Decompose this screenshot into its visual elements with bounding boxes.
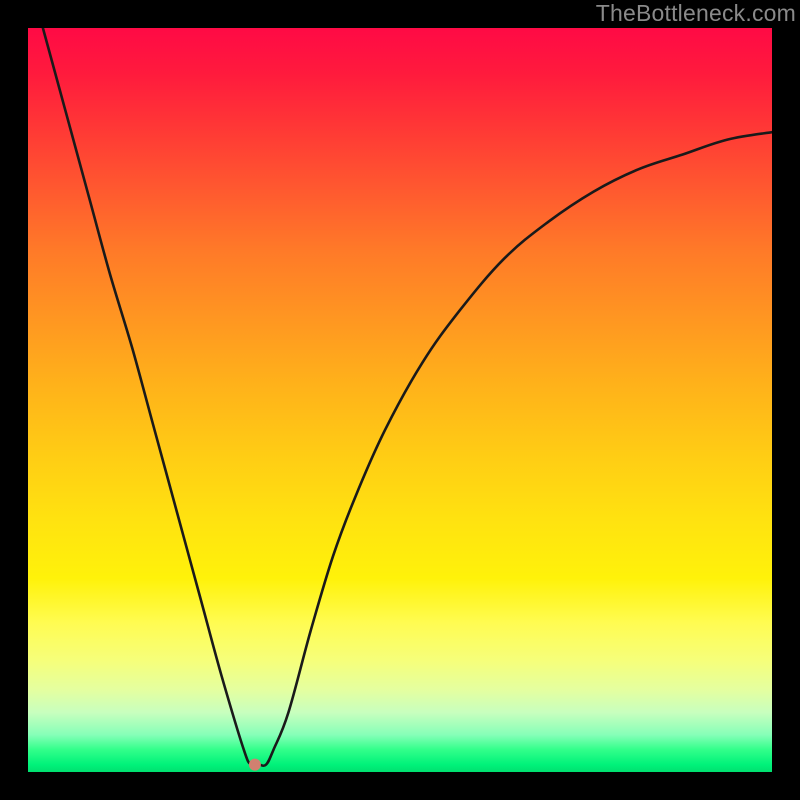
minimum-marker [249, 759, 261, 771]
curve-layer [28, 28, 772, 772]
plot-area [28, 28, 772, 772]
watermark-text: TheBottleneck.com [596, 0, 796, 27]
bottleneck-curve [43, 28, 772, 766]
chart-frame: TheBottleneck.com [0, 0, 800, 800]
